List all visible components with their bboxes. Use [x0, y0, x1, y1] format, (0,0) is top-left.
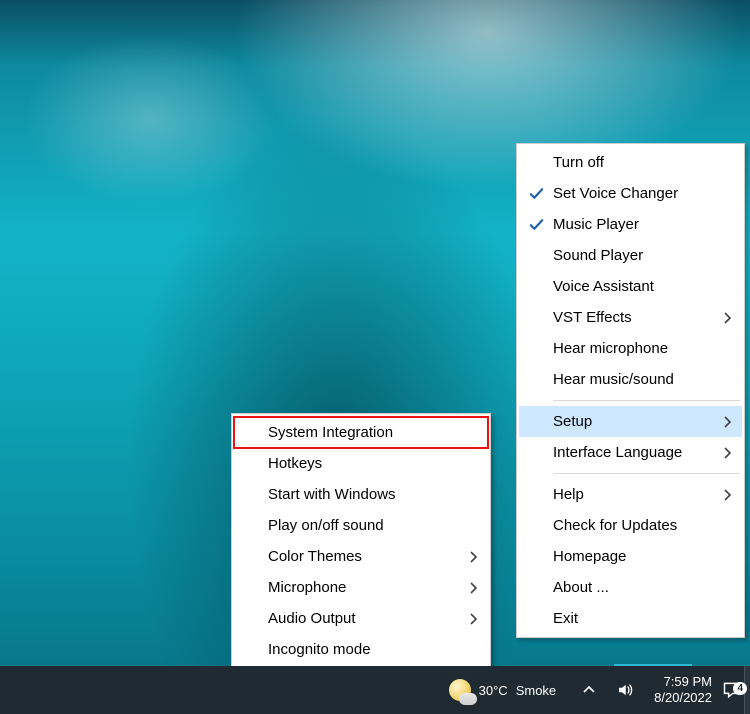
- menu-item-turn-off[interactable]: Turn off: [519, 147, 742, 178]
- weather-temp: 30°C: [479, 683, 508, 698]
- menu-item-help[interactable]: Help: [519, 479, 742, 510]
- menu-item-color-themes[interactable]: Color Themes: [234, 541, 488, 572]
- menu-item-vst-effects[interactable]: VST Effects: [519, 302, 742, 333]
- menu-item-play-on-off-sound[interactable]: Play on/off sound: [234, 510, 488, 541]
- chevron-right-icon: [470, 551, 478, 563]
- tray-overflow-chevron-icon[interactable]: [578, 679, 600, 701]
- menu-item-incognito-mode[interactable]: Incognito mode: [234, 634, 488, 665]
- chevron-right-icon: [470, 613, 478, 625]
- menu-item-check-for-updates[interactable]: Check for Updates: [519, 510, 742, 541]
- setup-submenu: System Integration Hotkeys Start with Wi…: [231, 413, 491, 669]
- menu-item-start-with-windows[interactable]: Start with Windows: [234, 479, 488, 510]
- menu-label: Sound Player: [553, 247, 643, 264]
- checkmark-icon: [519, 216, 553, 233]
- menu-label: Setup: [553, 413, 592, 430]
- menu-item-setup[interactable]: Setup: [519, 406, 742, 437]
- weather-condition: Smoke: [516, 683, 556, 698]
- menu-label: Incognito mode: [268, 641, 371, 658]
- menu-item-about[interactable]: About ...: [519, 572, 742, 603]
- menu-label: Check for Updates: [553, 517, 677, 534]
- menu-label: Play on/off sound: [268, 517, 384, 534]
- chevron-right-icon: [724, 489, 732, 501]
- menu-label: System Integration: [268, 424, 393, 441]
- menu-label: Turn off: [553, 154, 604, 171]
- chevron-right-icon: [470, 582, 478, 594]
- clock-time: 7:59 PM: [654, 674, 712, 690]
- menu-item-hotkeys[interactable]: Hotkeys: [234, 448, 488, 479]
- menu-separator: [553, 473, 740, 474]
- menu-item-microphone[interactable]: Microphone: [234, 572, 488, 603]
- menu-label: Microphone: [268, 579, 346, 596]
- menu-label: Hear microphone: [553, 340, 668, 357]
- weather-icon: [449, 679, 471, 701]
- menu-label: Music Player: [553, 216, 639, 233]
- menu-item-exit[interactable]: Exit: [519, 603, 742, 634]
- menu-label: About ...: [553, 579, 609, 596]
- menu-item-system-integration[interactable]: System Integration: [234, 417, 488, 448]
- menu-label: Audio Output: [268, 610, 356, 627]
- taskbar: 30°C Smoke 7:59 PM 8/20/2022 4: [0, 666, 750, 714]
- system-tray: [570, 679, 644, 701]
- chevron-right-icon: [724, 312, 732, 324]
- menu-item-hear-music-sound[interactable]: Hear music/sound: [519, 364, 742, 395]
- menu-label: Color Themes: [268, 548, 362, 565]
- menu-label: Hear music/sound: [553, 371, 674, 388]
- volume-icon[interactable]: [614, 679, 636, 701]
- menu-label: Interface Language: [553, 444, 682, 461]
- menu-label: Voice Assistant: [553, 278, 654, 295]
- menu-item-audio-output[interactable]: Audio Output: [234, 603, 488, 634]
- chevron-right-icon: [724, 447, 732, 459]
- menu-label: Start with Windows: [268, 486, 396, 503]
- show-desktop-button[interactable]: [744, 666, 750, 714]
- menu-item-music-player[interactable]: Music Player: [519, 209, 742, 240]
- menu-label: Homepage: [553, 548, 626, 565]
- menu-item-hear-microphone[interactable]: Hear microphone: [519, 333, 742, 364]
- menu-item-homepage[interactable]: Homepage: [519, 541, 742, 572]
- menu-item-set-voice-changer[interactable]: Set Voice Changer: [519, 178, 742, 209]
- menu-label: Set Voice Changer: [553, 185, 678, 202]
- menu-item-sound-player[interactable]: Sound Player: [519, 240, 742, 271]
- tray-context-menu: Turn off Set Voice Changer Music Player …: [516, 143, 745, 638]
- menu-item-interface-language[interactable]: Interface Language: [519, 437, 742, 468]
- checkmark-icon: [519, 185, 553, 202]
- menu-separator: [553, 400, 740, 401]
- menu-label: Exit: [553, 610, 578, 627]
- menu-item-voice-assistant[interactable]: Voice Assistant: [519, 271, 742, 302]
- taskbar-clock[interactable]: 7:59 PM 8/20/2022: [644, 674, 722, 707]
- menu-label: Hotkeys: [268, 455, 322, 472]
- menu-label: Help: [553, 486, 584, 503]
- menu-label: VST Effects: [553, 309, 632, 326]
- taskbar-weather[interactable]: 30°C Smoke: [435, 679, 571, 701]
- chevron-right-icon: [724, 416, 732, 428]
- clock-date: 8/20/2022: [654, 690, 712, 706]
- taskbar-active-accent: [614, 664, 692, 666]
